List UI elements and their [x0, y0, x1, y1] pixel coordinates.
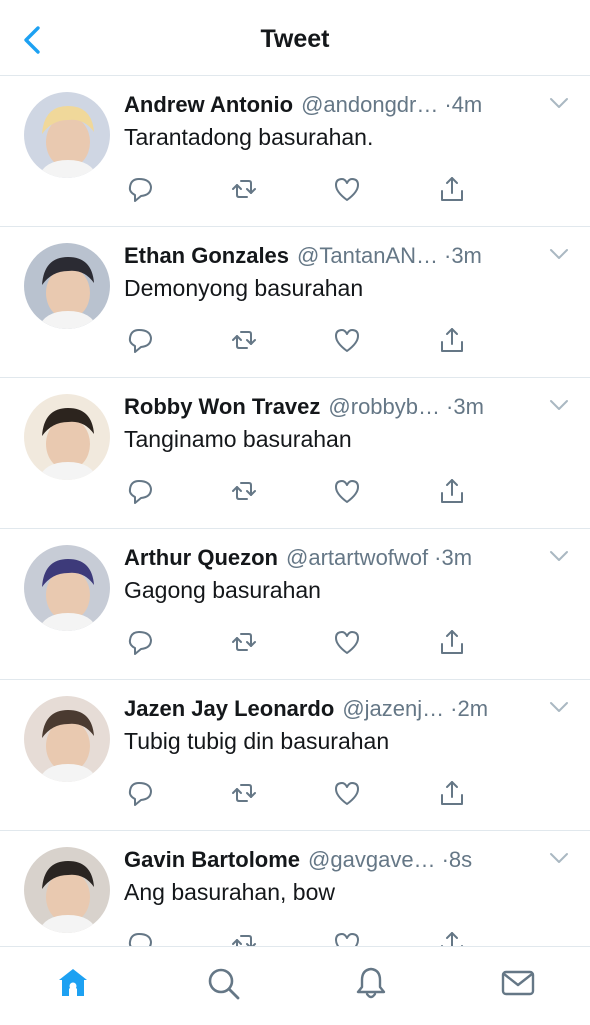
tweet-actions	[124, 174, 484, 204]
display-name[interactable]: Jazen Jay Leonardo	[124, 696, 334, 721]
avatar-photo	[24, 92, 110, 178]
reply-icon[interactable]	[126, 174, 156, 204]
heart-icon[interactable]	[332, 929, 362, 946]
timestamp: ·8s	[441, 847, 473, 872]
tweet-header: Jazen Jay Leonardo @jazenj… ·2m	[124, 694, 550, 724]
chevron-down-icon[interactable]	[548, 398, 570, 412]
user-handle[interactable]: @artartwofwof	[286, 545, 428, 570]
timestamp: ·3m	[434, 545, 473, 570]
chevron-down-icon[interactable]	[548, 549, 570, 563]
reply-icon[interactable]	[126, 627, 156, 657]
tweet-actions	[124, 778, 484, 808]
tweet-actions	[124, 476, 484, 506]
mail-icon[interactable]	[500, 965, 536, 1001]
tweet-row[interactable]: Arthur Quezon @artartwofwof ·3m Gagong bas…	[0, 529, 590, 680]
page-title: Tweet	[260, 25, 330, 53]
share-icon[interactable]	[437, 778, 467, 808]
tweet-header: Gavin Bartolome @gavgave… ·8s	[124, 845, 550, 875]
timestamp: ·4m	[444, 92, 483, 117]
user-handle[interactable]: @andongdr…	[301, 92, 438, 117]
avatar[interactable]	[24, 243, 110, 329]
share-icon[interactable]	[437, 174, 467, 204]
tweet-header: Robby Won Travez @robbyb… ·3m	[124, 392, 550, 422]
user-handle[interactable]: @robbyb…	[328, 394, 440, 419]
retweet-icon[interactable]	[229, 778, 259, 808]
tweet-text: Tanginamo basurahan	[124, 426, 352, 452]
heart-icon[interactable]	[332, 778, 362, 808]
chevron-down-icon[interactable]	[548, 700, 570, 714]
heart-icon[interactable]	[332, 174, 362, 204]
timestamp: ·3m	[446, 394, 484, 419]
share-icon[interactable]	[437, 476, 467, 506]
tweet-text: Tarantadong basurahan.	[124, 124, 374, 150]
reply-icon[interactable]	[126, 929, 156, 946]
avatar-photo	[24, 243, 110, 329]
avatar[interactable]	[24, 394, 110, 480]
retweet-icon[interactable]	[229, 174, 259, 204]
share-icon[interactable]	[437, 929, 467, 946]
share-icon[interactable]	[437, 627, 467, 657]
tweet-text: Tubig tubig din basurahan	[124, 728, 390, 754]
tweet-text: Gagong basurahan	[124, 577, 321, 603]
retweet-icon[interactable]	[229, 929, 259, 946]
tweet-header: Arthur Quezon @artartwofwof ·3m	[124, 543, 550, 573]
tweet-actions	[124, 627, 484, 657]
display-name[interactable]: Robby Won Travez	[124, 394, 320, 419]
user-handle[interactable]: @gavgave…	[308, 847, 436, 872]
heart-icon[interactable]	[332, 325, 362, 355]
tweet-row[interactable]: Ethan Gonzales @TantanAN… ·3m Demonyong ba…	[0, 227, 590, 378]
chevron-down-icon[interactable]	[548, 96, 570, 110]
tweet-header: Ethan Gonzales @TantanAN… ·3m	[124, 241, 550, 271]
avatar-photo	[24, 545, 110, 631]
tweet-actions	[124, 325, 484, 355]
heart-icon[interactable]	[332, 627, 362, 657]
tweet-actions	[124, 929, 484, 946]
user-handle[interactable]: @jazenj…	[342, 696, 444, 721]
tweet-row[interactable]: Gavin Bartolome @gavgave… ·8s Ang basuraha…	[0, 831, 590, 946]
display-name[interactable]: Andrew Antonio	[124, 92, 293, 117]
tweet-text: Demonyong basurahan	[124, 275, 364, 301]
tweet-text: Ang basurahan, bow	[124, 879, 335, 905]
search-icon[interactable]	[205, 965, 241, 1001]
display-name[interactable]: Arthur Quezon	[124, 545, 278, 570]
reply-icon[interactable]	[126, 476, 156, 506]
share-icon[interactable]	[437, 325, 467, 355]
heart-icon[interactable]	[332, 476, 362, 506]
avatar-photo	[24, 696, 110, 782]
home-icon[interactable]	[55, 965, 91, 1001]
avatar[interactable]	[24, 847, 110, 933]
display-name[interactable]: Ethan Gonzales	[124, 243, 289, 268]
user-handle[interactable]: @TantanAN…	[297, 243, 438, 268]
timestamp: ·2m	[450, 696, 489, 721]
retweet-icon[interactable]	[229, 627, 259, 657]
chevron-down-icon[interactable]	[548, 851, 570, 865]
retweet-icon[interactable]	[229, 325, 259, 355]
tweet-list: Andrew Antonio @andongdr… ·4m Tarantadong …	[0, 76, 590, 946]
avatar[interactable]	[24, 696, 110, 782]
avatar[interactable]	[24, 92, 110, 178]
avatar-photo	[24, 394, 110, 480]
tweet-row[interactable]: Robby Won Travez @robbyb… ·3m Tanginamo ba…	[0, 378, 590, 529]
avatar-photo	[24, 847, 110, 933]
tweet-row[interactable]: Andrew Antonio @andongdr… ·4m Tarantadong …	[0, 76, 590, 227]
top-bar: Tweet	[0, 0, 590, 76]
display-name[interactable]: Gavin Bartolome	[124, 847, 300, 872]
reply-icon[interactable]	[126, 325, 156, 355]
chevron-down-icon[interactable]	[548, 247, 570, 261]
bottom-tab-bar	[0, 946, 590, 1025]
avatar[interactable]	[24, 545, 110, 631]
retweet-icon[interactable]	[229, 476, 259, 506]
reply-icon[interactable]	[126, 778, 156, 808]
timestamp: ·3m	[444, 243, 482, 268]
tweet-row[interactable]: Jazen Jay Leonardo @jazenj… ·2m Tubig tubi…	[0, 680, 590, 831]
bell-icon[interactable]	[353, 965, 389, 1001]
tweet-header: Andrew Antonio @andongdr… ·4m	[124, 90, 550, 120]
